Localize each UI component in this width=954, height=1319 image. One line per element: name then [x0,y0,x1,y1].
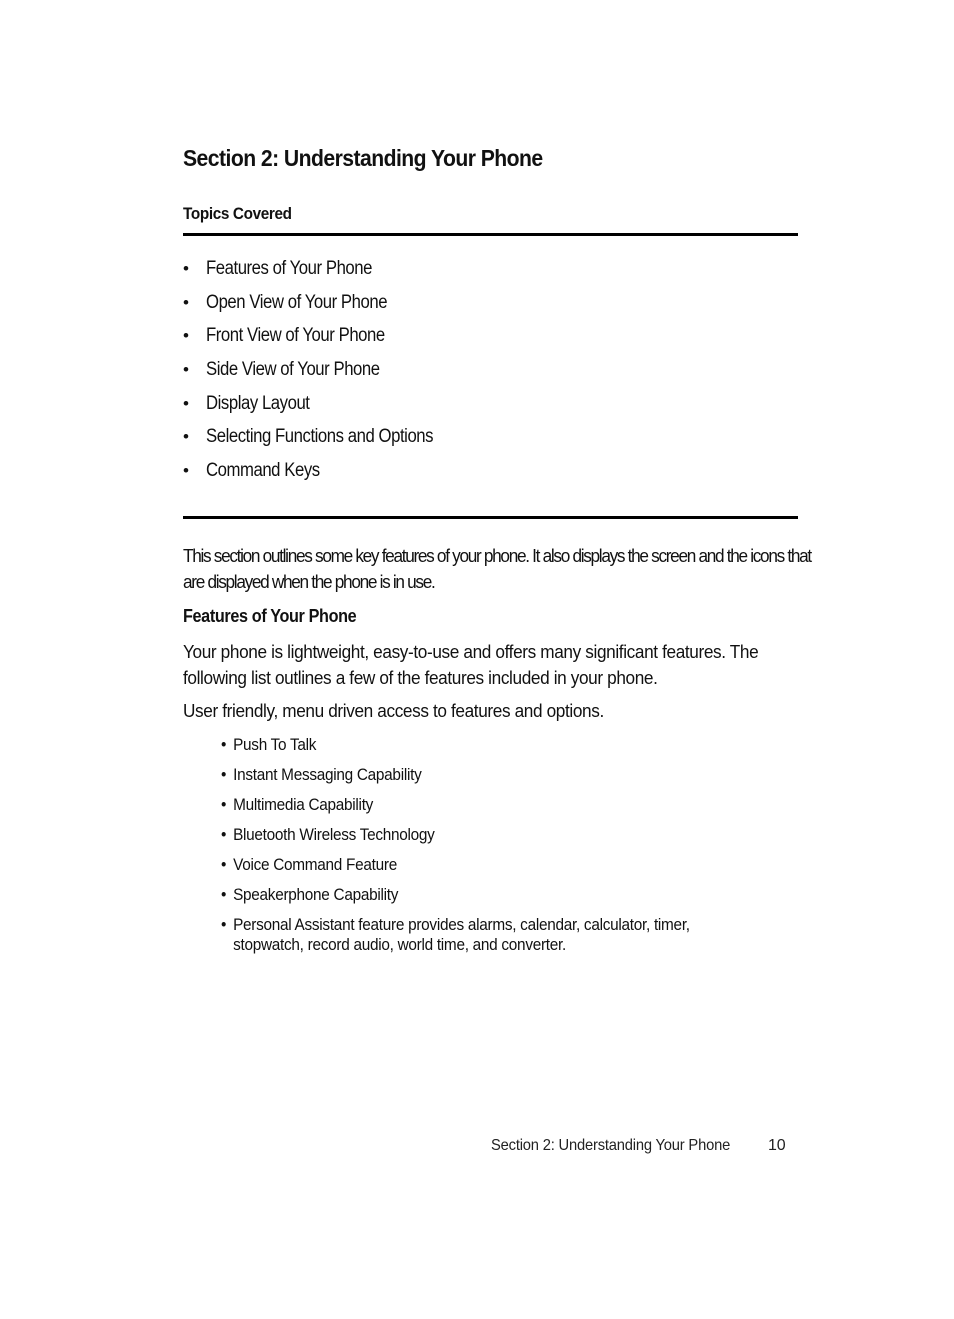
feature-item: • Bluetooth Wireless Technology [221,826,435,844]
features-paragraph: Your phone is lightweight, easy-to-use a… [183,641,759,688]
top-divider [183,233,798,236]
topic-item: • Selecting Functions and Options [183,424,464,458]
bullet-icon: • [221,916,227,934]
features-intro: User friendly, menu driven access to fea… [183,700,604,721]
feature-item: • Personal Assistant feature provides ala… [221,916,690,954]
bullet-icon: • [221,766,227,784]
bullet-icon: • [183,461,189,481]
bullet-icon: • [221,856,227,874]
bullet-icon: • [183,292,189,312]
feature-item: • Push To Talk [221,736,317,754]
intro-paragraph: This section outlines some key features … [183,545,812,592]
bottom-divider [183,516,798,519]
footer-section-title: Section 2: Understanding Your Phone [491,1137,731,1154]
topic-item: • Features of Your Phone [183,256,464,290]
topic-item: • Display Layout [183,391,464,425]
page-number: 10 [768,1137,786,1154]
bullet-icon: • [221,736,227,754]
bullet-icon: • [221,886,227,904]
page-title: Section 2: Understanding Your Phone [183,145,543,171]
bullet-icon: • [221,826,227,844]
topic-item: • Open View of Your Phone [183,290,464,324]
topics-list: • Features of Your Phone • Open View of Yo… [183,256,464,492]
bullet-icon: • [183,360,189,380]
topic-item: • Front View of Your Phone [183,323,464,357]
topic-item: • Command Keys [183,458,464,492]
bullet-icon: • [183,427,189,447]
bullet-icon: • [183,393,189,413]
features-list: • Push To Talk • Instant Messaging Capabil… [221,735,781,965]
bullet-icon: • [221,796,227,814]
topic-item: • Side View of Your Phone [183,357,464,391]
feature-item: • Voice Command Feature [221,856,397,874]
feature-item: • Speakerphone Capability [221,886,399,904]
features-heading: Features of Your Phone [183,606,357,626]
feature-item: • Multimedia Capability [221,796,374,814]
topics-covered-label: Topics Covered [183,204,292,223]
bullet-icon: • [183,326,189,346]
bullet-icon: • [183,259,189,278]
feature-item: • Instant Messaging Capability [221,766,422,784]
page-footer: Section 2: Understanding Your Phone 10 [491,1137,786,1155]
